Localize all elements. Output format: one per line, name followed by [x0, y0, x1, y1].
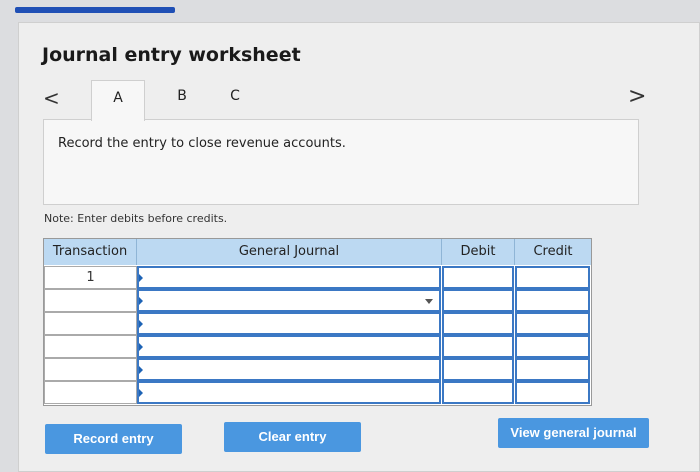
account-select[interactable]	[137, 358, 441, 381]
credit-input[interactable]	[515, 358, 590, 381]
previous-arrow-icon[interactable]: <	[43, 86, 60, 110]
row-caret-icon	[139, 365, 143, 374]
transaction-cell: 1	[44, 266, 137, 289]
account-select[interactable]	[137, 335, 441, 358]
dropdown-arrow-icon[interactable]	[425, 298, 433, 304]
next-arrow-icon[interactable]: >	[628, 84, 646, 109]
row-caret-icon	[139, 342, 143, 351]
view-general-journal-button[interactable]: View general journal	[498, 418, 649, 448]
credit-input[interactable]	[515, 381, 590, 404]
journal-table: Transaction General Journal Debit Credit…	[43, 238, 592, 406]
account-select[interactable]	[137, 381, 441, 404]
tab-a[interactable]: A	[91, 80, 145, 121]
column-header-debit: Debit	[442, 239, 515, 265]
credit-input[interactable]	[515, 312, 590, 335]
column-header-transaction: Transaction	[44, 239, 137, 265]
transaction-cell	[44, 312, 137, 335]
row-caret-icon	[139, 296, 143, 305]
transaction-cell	[44, 335, 137, 358]
tab-b[interactable]: B	[172, 88, 192, 104]
transaction-cell	[44, 358, 137, 381]
debit-input[interactable]	[442, 335, 514, 358]
column-header-credit: Credit	[515, 239, 591, 265]
transaction-cell	[44, 381, 137, 404]
column-header-general-journal: General Journal	[137, 239, 442, 265]
account-select[interactable]	[137, 312, 441, 335]
credit-input[interactable]	[515, 266, 590, 289]
debit-input[interactable]	[442, 358, 514, 381]
transaction-cell	[44, 289, 137, 312]
row-caret-icon	[139, 273, 143, 282]
progress-bar	[15, 7, 175, 13]
row-caret-icon	[139, 319, 143, 328]
prompt-box: Record the entry to close revenue accoun…	[43, 119, 639, 205]
note-text: Note: Enter debits before credits.	[44, 212, 228, 225]
credit-input[interactable]	[515, 289, 590, 312]
credit-input[interactable]	[515, 335, 590, 358]
debit-input[interactable]	[442, 312, 514, 335]
prompt-text: Record the entry to close revenue accoun…	[58, 136, 346, 151]
debit-input[interactable]	[442, 381, 514, 404]
tab-c[interactable]: C	[225, 88, 245, 104]
record-entry-button[interactable]: Record entry	[45, 424, 182, 454]
page-title: Journal entry worksheet	[42, 44, 301, 66]
clear-entry-button[interactable]: Clear entry	[224, 422, 361, 452]
account-select[interactable]	[137, 266, 441, 289]
account-select[interactable]	[137, 289, 441, 312]
debit-input[interactable]	[442, 289, 514, 312]
debit-input[interactable]	[442, 266, 514, 289]
row-caret-icon	[139, 388, 143, 397]
